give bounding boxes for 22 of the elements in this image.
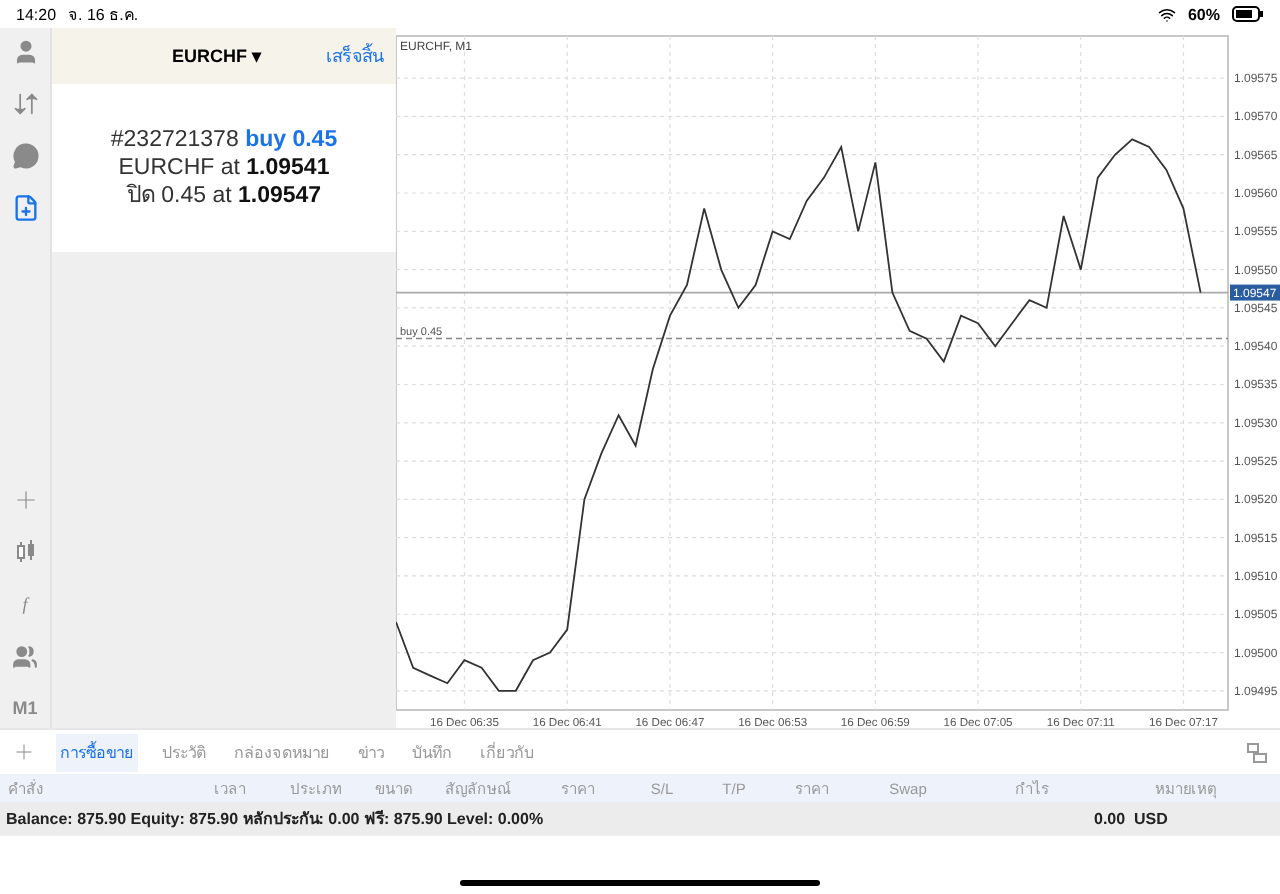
order-ticket: #232721378 buy 0.45 [110, 126, 338, 154]
layout-icon[interactable] [1246, 741, 1268, 763]
close-price-line: ปิด 0.45 at 1.09547 [126, 182, 322, 210]
status-date: จ. 16 ธ.ค. [68, 3, 139, 27]
wifi-icon [1157, 5, 1176, 23]
tab[interactable]: การซื้อขาย [56, 733, 138, 771]
open-price-line: EURCHF at 1.09541 [118, 154, 330, 182]
tab[interactable]: ประวัติ [158, 733, 210, 771]
tab[interactable]: กล่องจดหมาย [230, 733, 334, 771]
tab[interactable]: บันทึก [408, 733, 456, 771]
battery-percent: 60% [1187, 5, 1220, 23]
symbol-selector[interactable]: EURCHF ▾ [52, 46, 326, 66]
done-button[interactable]: เสร็จสิ้น [326, 42, 384, 70]
account-summary: Balance: 875.90 Equity: 875.90 หลักประกัน: 0.00 ฟรี: 875.90 Level: 0.00% [6, 807, 544, 831]
tab[interactable]: ข่าว [354, 733, 388, 771]
battery-icon [1232, 6, 1264, 22]
add-icon[interactable] [12, 740, 36, 764]
indicator-button[interactable]: f [22, 594, 28, 614]
total-profit: 0.00 USD [1094, 809, 1168, 827]
status-time: 14:20 [16, 5, 57, 23]
timeframe-button[interactable]: M1 [12, 698, 38, 718]
tab[interactable]: เกี่ยวกับ [476, 733, 538, 771]
